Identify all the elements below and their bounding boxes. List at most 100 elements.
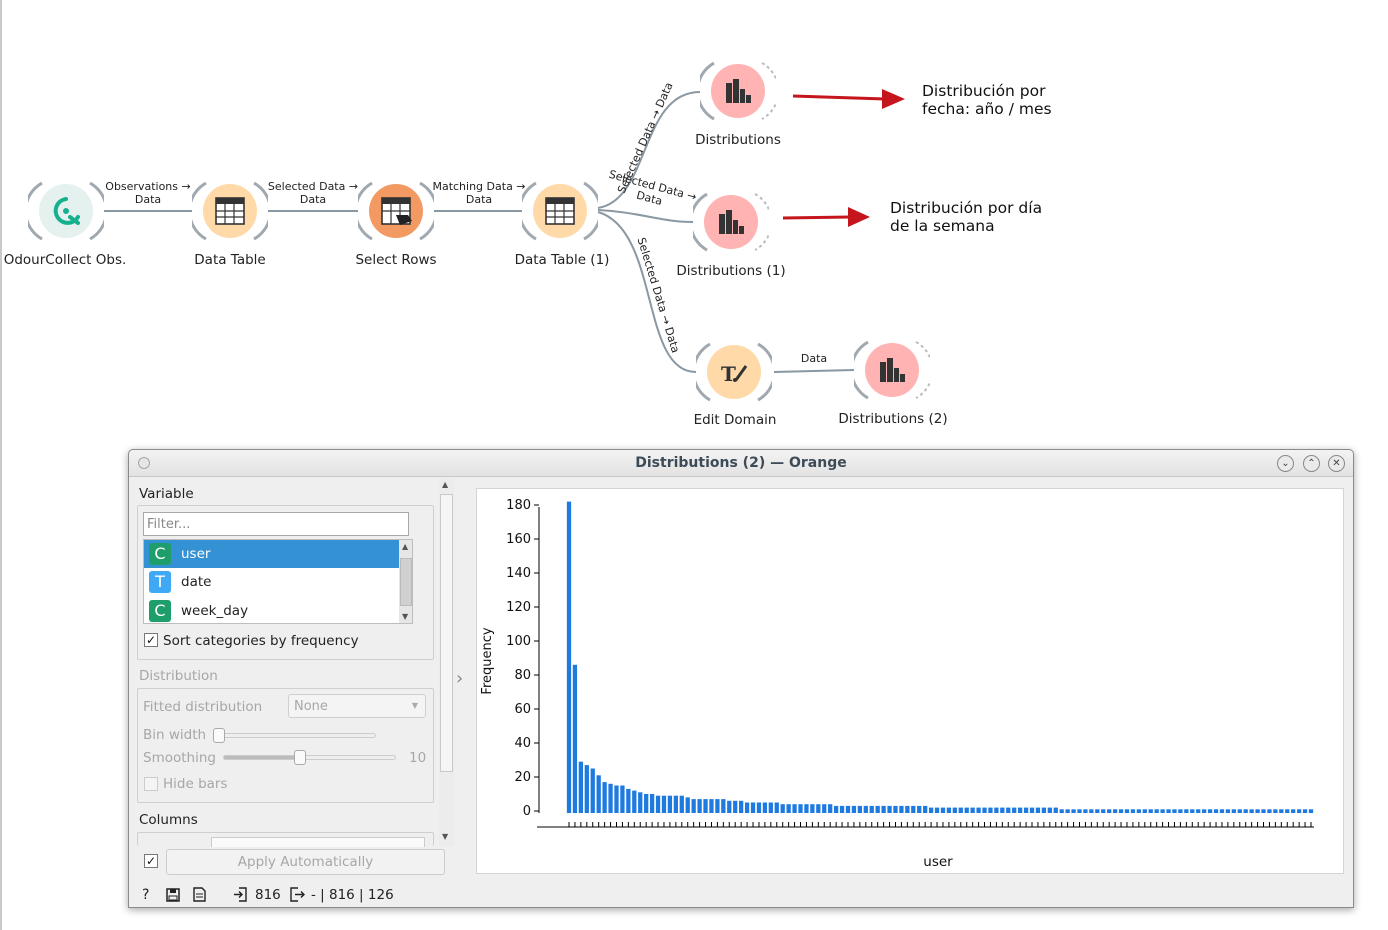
scroll-up-icon[interactable]: ▲ (402, 542, 408, 551)
annotation-arrow-1 (792, 94, 886, 101)
node-distributions-1[interactable] (693, 184, 769, 260)
distribution-box-title: Distribution (139, 668, 218, 684)
node-edit-domain[interactable]: T (696, 334, 772, 410)
apply-button-label: Apply Automatically (237, 854, 374, 870)
histogram-bar (578, 761, 584, 813)
annotation-text-2-line1: Distribución por día (890, 199, 1043, 217)
histogram-bar (1101, 809, 1106, 813)
histogram-bar (798, 804, 803, 813)
node-distributions-2[interactable] (854, 332, 930, 408)
histogram-bar (976, 807, 981, 813)
scroll-down-icon[interactable]: ▼ (442, 832, 448, 841)
y-tick-label: 20 (514, 770, 531, 785)
histogram-bar (845, 805, 851, 813)
report-icon[interactable] (193, 887, 206, 902)
node-data-table[interactable] (192, 173, 268, 249)
help-icon[interactable]: ? (142, 887, 149, 903)
apply-automatically-checkbox[interactable]: ✓ (144, 854, 158, 868)
variable-list[interactable]: C user T date C week_day ▲ ▼ (143, 539, 413, 624)
bin-width-slider-handle[interactable] (213, 728, 225, 743)
node-data-table-1[interactable] (522, 173, 598, 249)
histogram-bar (905, 805, 910, 813)
annotation-arrow-2 (782, 215, 851, 220)
apply-button[interactable]: Apply Automatically (166, 849, 445, 875)
list-item-date[interactable]: T date (144, 568, 399, 596)
scroll-up-icon[interactable]: ▲ (442, 480, 448, 489)
control-area-scrollbar[interactable]: ▲ ▼ (439, 478, 454, 846)
annotation-text-1-line1: Distribución por (922, 82, 1046, 100)
maximize-button[interactable]: ⌃ (1303, 455, 1320, 472)
sort-by-frequency-checkbox[interactable]: ✓ (144, 633, 158, 647)
close-button[interactable]: ✕ (1328, 455, 1345, 472)
histogram-bar (1249, 809, 1254, 813)
histogram-bar (780, 804, 785, 813)
node-odourcollect[interactable] (28, 173, 104, 249)
histogram-bar (1308, 809, 1314, 813)
fitted-distribution-select[interactable]: None ▼ (288, 694, 426, 718)
plot-area[interactable]: 0 20 40 60 80 100 120 140 160 180 Frequency user (476, 488, 1344, 874)
histogram-bar (685, 797, 690, 813)
histogram-bar (1059, 809, 1064, 813)
histogram-bar (638, 792, 643, 813)
save-icon[interactable] (166, 888, 180, 902)
histogram-bar (810, 804, 815, 813)
variable-list-scrollbar[interactable]: ▲ ▼ (399, 540, 412, 623)
hide-bars-checkbox[interactable] (144, 777, 158, 791)
histogram-bar (1267, 809, 1272, 813)
histogram-bar (1202, 809, 1207, 813)
window-titlebar[interactable]: Distributions (2) — Orange ⌄ ⌃ ✕ (129, 450, 1353, 477)
bin-width-slider[interactable] (213, 728, 376, 743)
histogram-bar (608, 783, 613, 813)
x-axis-label: user (923, 854, 953, 870)
svg-text:T: T (721, 362, 736, 386)
histogram-bar (584, 765, 589, 813)
link-editdomain-distributions2 (773, 369, 855, 373)
histogram-bar (614, 785, 619, 813)
select-rows-icon (381, 197, 412, 225)
distribution-chart[interactable]: 0 20 40 60 80 100 120 140 160 180 Frequency user (477, 489, 1345, 875)
histogram-bar (940, 807, 946, 813)
y-tick-label: 60 (514, 702, 531, 717)
histogram-bar (1160, 809, 1165, 813)
categorical-icon: C (149, 543, 171, 565)
histogram-bar (1184, 809, 1189, 813)
node-title-data-table: Data Table (194, 252, 266, 268)
smoothing-slider-handle[interactable] (294, 750, 306, 765)
histogram-bar (1190, 809, 1195, 813)
histogram-bar (1231, 809, 1236, 813)
histogram-icon (726, 79, 751, 103)
histogram-bar (1047, 807, 1052, 813)
scroll-thumb[interactable] (400, 558, 412, 606)
scroll-thumb[interactable] (440, 494, 453, 772)
histogram-bar (1273, 809, 1278, 813)
node-distributions[interactable] (700, 53, 776, 129)
node-select-rows[interactable] (358, 173, 434, 249)
histogram-bar (721, 799, 726, 813)
scroll-down-icon[interactable]: ▼ (402, 612, 408, 621)
link-label-2-line1: Selected Data → (267, 180, 359, 193)
collapse-panel-icon[interactable]: › (456, 668, 463, 689)
histogram-bar (750, 802, 756, 813)
histogram-bar (851, 805, 857, 813)
node-title-select-rows: Select Rows (355, 252, 437, 268)
variable-filter-input[interactable]: Filter... (143, 512, 409, 536)
list-item-week-day[interactable]: C week_day (144, 597, 399, 623)
histogram-bar (1035, 807, 1041, 813)
link-label-1-line2: Data (134, 193, 162, 206)
distributions-window[interactable]: Distributions (2) — Orange ⌄ ⌃ ✕ Variabl… (128, 449, 1354, 908)
histogram-bar (804, 804, 809, 813)
histogram-icon (719, 210, 744, 234)
histogram-bar (673, 795, 678, 813)
list-item-user[interactable]: C user (144, 540, 399, 568)
table-icon (215, 197, 245, 225)
annotation-text-2: Distribución por día de la semana (890, 199, 1042, 235)
columns-select[interactable] (211, 837, 425, 847)
histogram-bar (1261, 809, 1266, 813)
link-label-7: Data (800, 352, 828, 365)
histogram-bar (667, 795, 673, 813)
odourcollect-logo-icon (53, 197, 80, 225)
columns-box-title: Columns (139, 812, 198, 828)
minimize-button[interactable]: ⌄ (1277, 455, 1294, 472)
smoothing-slider[interactable] (223, 750, 396, 765)
histogram-bar (703, 799, 708, 813)
